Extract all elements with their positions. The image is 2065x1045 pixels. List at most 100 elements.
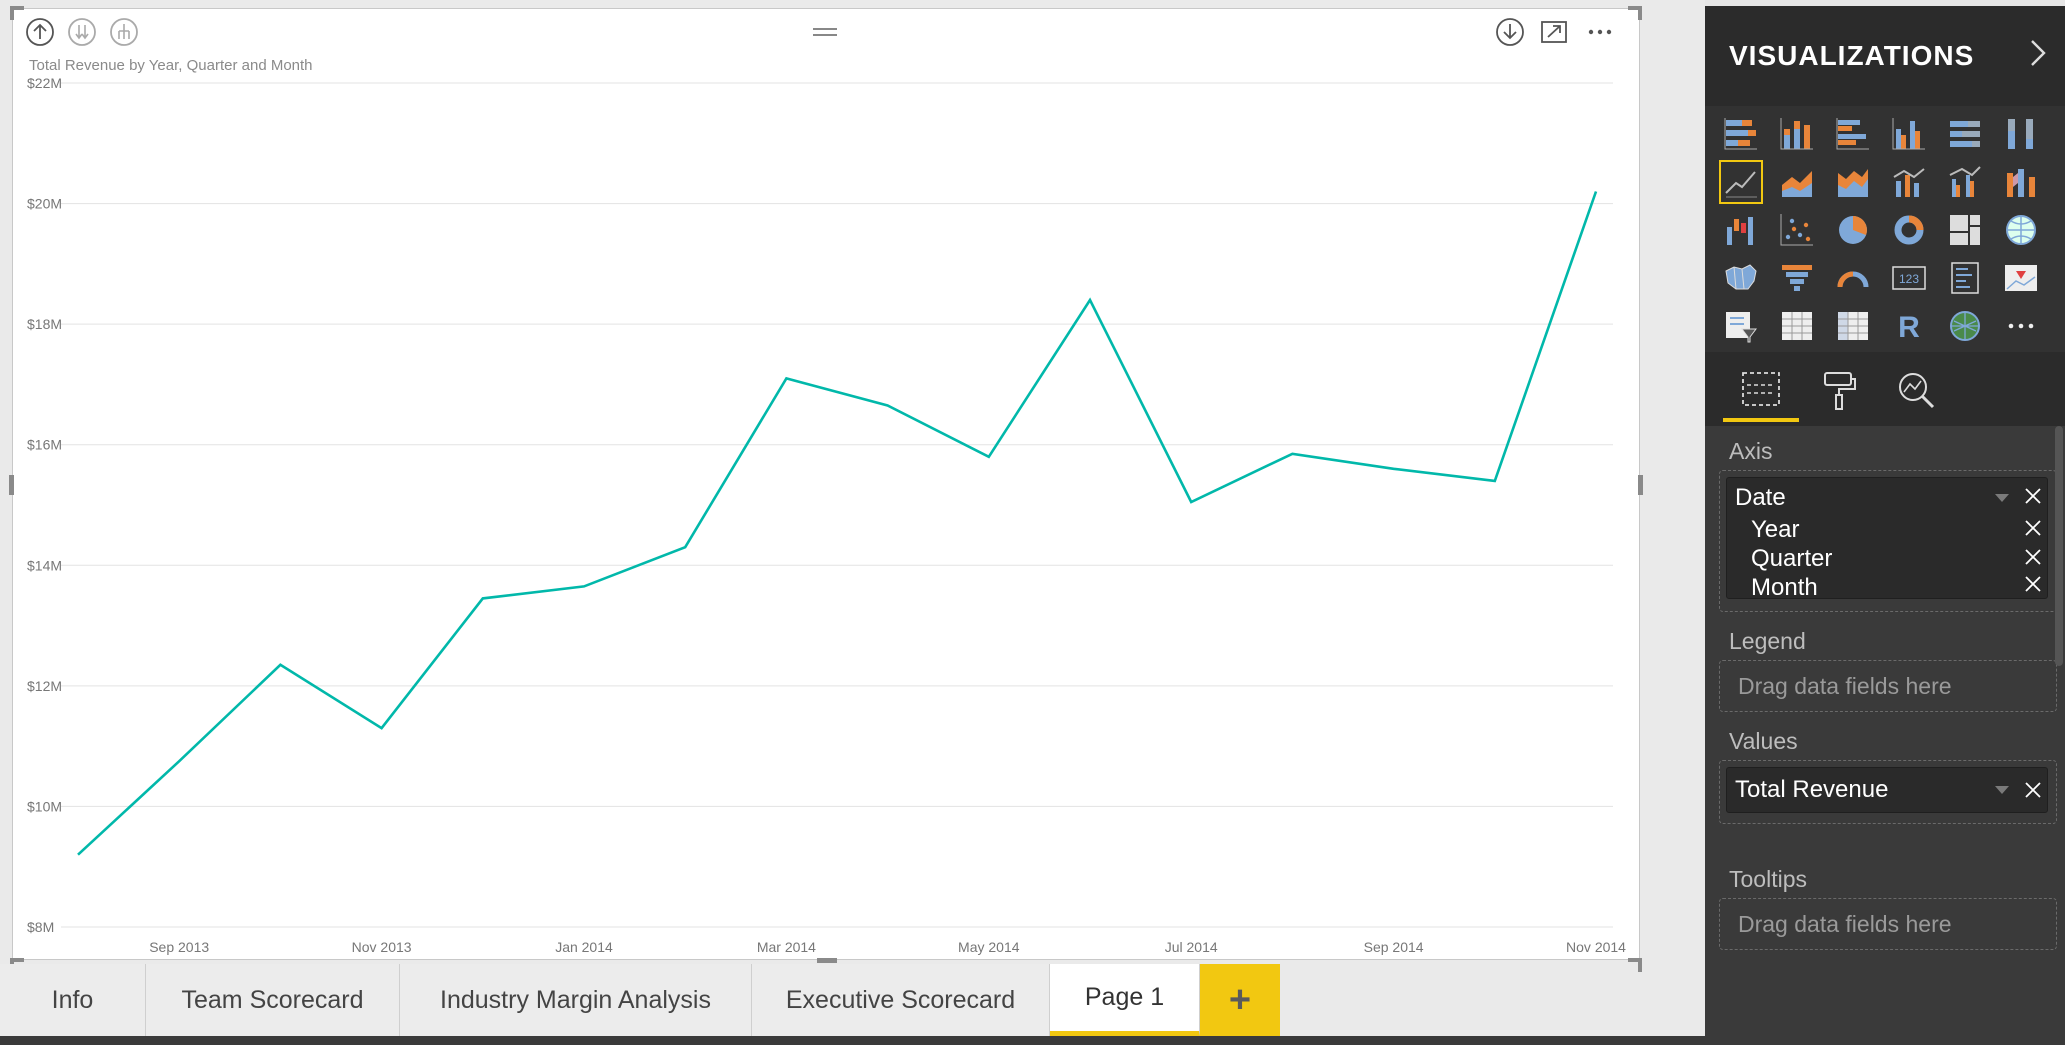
r-script-visual-icon[interactable]: R — [1887, 304, 1931, 348]
data-point[interactable] — [175, 757, 183, 765]
data-point[interactable] — [985, 453, 993, 461]
data-point[interactable] — [1592, 188, 1600, 196]
line-chart-visual[interactable]: Total Revenue by Year, Quarter and Month… — [9, 6, 1643, 972]
tab-page-1[interactable]: Page 1 — [1050, 964, 1200, 1036]
x-tick-label: Sep 2013 — [149, 939, 209, 955]
y-tick-label: $20M — [27, 196, 62, 212]
data-point[interactable] — [1491, 477, 1499, 485]
stacked-column-chart-icon[interactable] — [1775, 112, 1819, 156]
analytics-icon[interactable] — [1879, 360, 1955, 422]
stacked-area-chart-icon[interactable] — [1831, 160, 1875, 204]
remove-month-icon[interactable] — [2023, 574, 2043, 594]
format-paint-icon[interactable] — [1801, 360, 1877, 422]
data-point[interactable] — [1187, 498, 1195, 506]
ribbon-chart-icon[interactable] — [1999, 160, 2043, 204]
values-well[interactable]: Total Revenue — [1719, 760, 2057, 824]
arcgis-map-icon[interactable] — [1943, 304, 1987, 348]
treemap-icon[interactable] — [1943, 208, 1987, 252]
pane-subtabs — [1705, 352, 2065, 426]
filled-map-icon[interactable] — [1719, 256, 1763, 300]
values-field-chip[interactable]: Total Revenue — [1726, 767, 2048, 813]
tab-team-scorecard[interactable]: Team Scorecard — [146, 964, 400, 1036]
x-tick-label: Nov 2014 — [1566, 939, 1626, 955]
remove-total-revenue-icon[interactable] — [2023, 780, 2043, 800]
y-tick-label: $12M — [27, 678, 62, 694]
remove-date-icon[interactable] — [2023, 486, 2043, 506]
scatter-chart-icon[interactable] — [1775, 208, 1819, 252]
axis-dropdown-icon[interactable] — [1995, 494, 2009, 502]
data-point[interactable] — [276, 661, 284, 669]
axis-field-chip[interactable]: Date Year Quarter Month — [1726, 477, 2048, 601]
tab-executive-scorecard[interactable]: Executive Scorecard — [752, 964, 1050, 1036]
slicer-icon[interactable] — [1719, 304, 1763, 348]
clustered-column-chart-icon[interactable] — [1887, 112, 1931, 156]
axis-well-label: Axis — [1729, 438, 1773, 464]
remove-quarter-icon[interactable] — [2023, 547, 2043, 567]
line-chart[interactable]: $8M $10M $12M $14M $16M $18M $20M $22M Sep 2013… — [13, 9, 1641, 961]
multi-row-card-icon[interactable] — [1943, 256, 1987, 300]
data-point[interactable] — [580, 582, 588, 590]
pie-chart-icon[interactable] — [1831, 208, 1875, 252]
add-page-button[interactable]: + — [1200, 964, 1280, 1036]
x-tick-label: Sep 2014 — [1364, 939, 1424, 955]
values-well-label: Values — [1729, 728, 1798, 754]
data-point[interactable] — [74, 851, 82, 859]
page-tabs: Info Team Scorecard Industry Margin Anal… — [0, 964, 1705, 1036]
100-stacked-bar-chart-icon[interactable] — [1943, 112, 1987, 156]
svg-text:123: 123 — [1899, 272, 1919, 286]
y-tick-label: $18M — [27, 316, 62, 332]
tab-info[interactable]: Info — [0, 964, 146, 1036]
status-bar — [0, 1036, 2065, 1045]
clustered-bar-chart-icon[interactable] — [1831, 112, 1875, 156]
svg-text:R: R — [1898, 311, 1920, 344]
x-tick-label: Nov 2013 — [352, 939, 412, 955]
line-and-clustered-column-chart-icon[interactable] — [1943, 160, 1987, 204]
fields-icon[interactable] — [1723, 360, 1799, 422]
x-tick-label: Jan 2014 — [555, 939, 613, 955]
funnel-chart-icon[interactable] — [1775, 256, 1819, 300]
data-point[interactable] — [782, 374, 790, 382]
stacked-bar-chart-icon[interactable] — [1719, 112, 1763, 156]
tooltips-drop-hint: Drag data fields here — [1738, 911, 1952, 937]
x-tick-label: Jul 2014 — [1165, 939, 1218, 955]
tab-industry-margin-analysis[interactable]: Industry Margin Analysis — [400, 964, 752, 1036]
y-tick-label: $22M — [27, 75, 62, 91]
y-tick-label: $8M — [27, 919, 54, 935]
hierarchy-item-year: Year — [1751, 516, 1800, 543]
data-point[interactable] — [1288, 450, 1296, 458]
map-icon[interactable] — [1999, 208, 2043, 252]
hierarchy-item-month: Month — [1751, 574, 1818, 601]
donut-chart-icon[interactable] — [1887, 208, 1931, 252]
kpi-icon[interactable] — [1999, 256, 2043, 300]
matrix-icon[interactable] — [1831, 304, 1875, 348]
data-point[interactable] — [1390, 465, 1398, 473]
pane-header: VISUALIZATIONS — [1705, 6, 2065, 106]
chevron-right-icon[interactable] — [2027, 36, 2049, 79]
line-chart-icon[interactable] — [1719, 160, 1763, 204]
table-icon[interactable] — [1775, 304, 1819, 348]
area-chart-icon[interactable] — [1775, 160, 1819, 204]
visualizations-pane: VISUALIZATIONS 123 R Axis Date Year Quar… — [1705, 6, 2065, 1036]
data-point[interactable] — [1086, 296, 1094, 304]
data-point[interactable] — [681, 543, 689, 551]
data-point[interactable] — [378, 724, 386, 732]
y-tick-label: $16M — [27, 437, 62, 453]
report-canvas: Total Revenue by Year, Quarter and Month… — [0, 0, 1705, 1045]
line-and-stacked-column-chart-icon[interactable] — [1887, 160, 1931, 204]
x-tick-label: May 2014 — [958, 939, 1020, 955]
waterfall-chart-icon[interactable] — [1719, 208, 1763, 252]
remove-year-icon[interactable] — [2023, 518, 2043, 538]
card-icon[interactable]: 123 — [1887, 256, 1931, 300]
legend-well[interactable]: Drag data fields here — [1719, 660, 2057, 712]
data-point[interactable] — [884, 402, 892, 410]
series-line[interactable] — [77, 191, 1598, 856]
power-bi-report: Total Revenue by Year, Quarter and Month… — [0, 0, 2065, 1045]
more-visuals-icon[interactable] — [1999, 304, 2043, 348]
gauge-icon[interactable] — [1831, 256, 1875, 300]
tooltips-well[interactable]: Drag data fields here — [1719, 898, 2057, 950]
100-stacked-column-chart-icon[interactable] — [1999, 112, 2043, 156]
axis-well[interactable]: Date Year Quarter Month — [1719, 470, 2057, 612]
pane-scrollbar[interactable] — [2055, 426, 2063, 666]
data-point[interactable] — [479, 594, 487, 602]
values-dropdown-icon[interactable] — [1995, 786, 2009, 794]
